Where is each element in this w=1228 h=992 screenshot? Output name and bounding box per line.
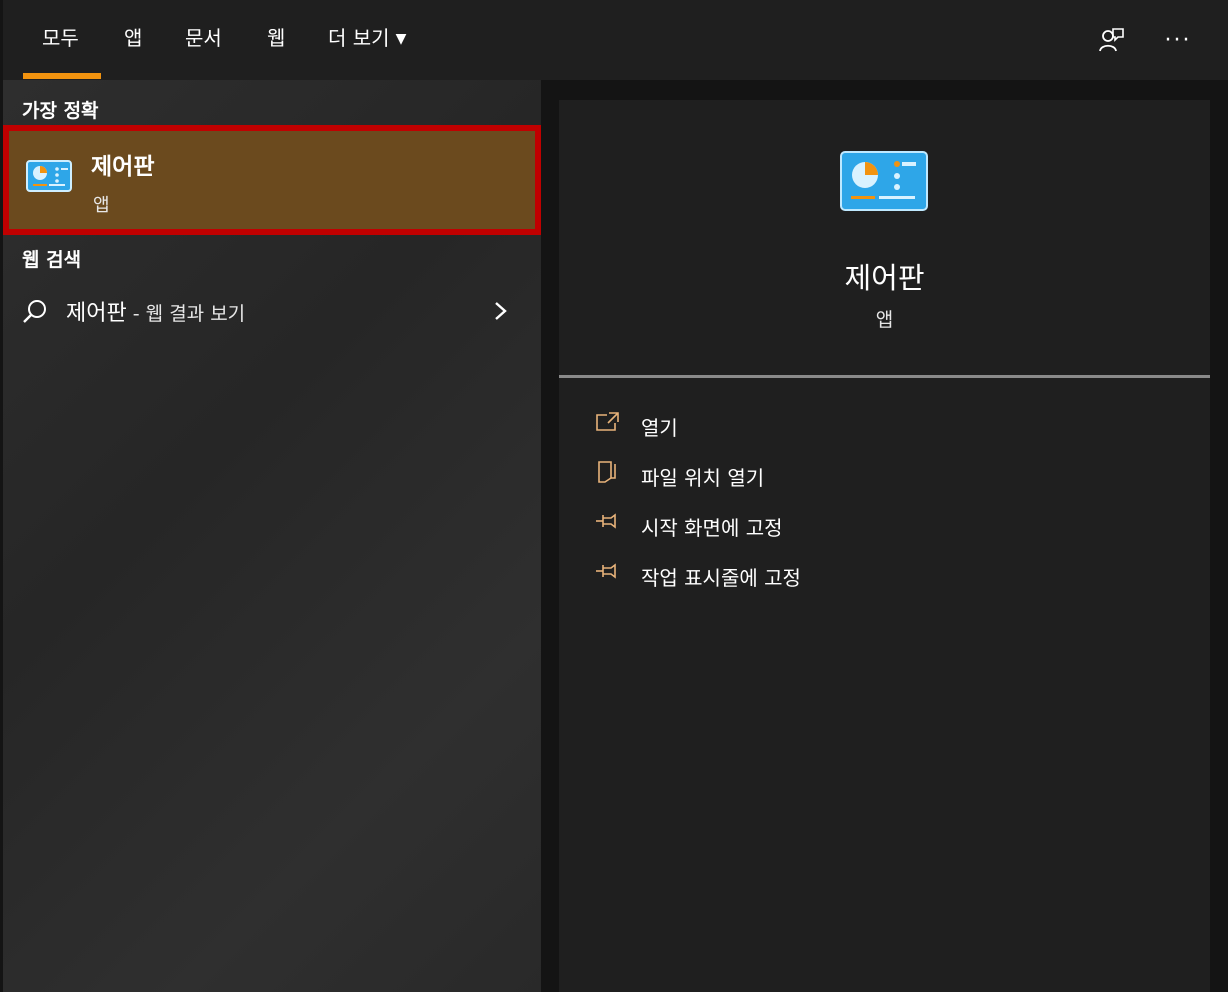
web-search-text: 제어판 - 웹 결과 보기	[66, 295, 245, 327]
detail-panel: 제어판 앱 열기 파일 위치 열기 시작 화면에 고정 작업 표시줄에 고정	[559, 100, 1210, 992]
web-search-query: 제어판	[66, 301, 127, 326]
best-match-heading: 가장 정확	[22, 100, 99, 122]
chevron-right-icon[interactable]	[491, 299, 511, 323]
tab-all-label: 모두	[42, 26, 79, 50]
best-match-item[interactable]: 제어판 앱	[3, 125, 541, 235]
search-filter-bar: 모두 앱 문서 웹 더 보기 ▼ ···	[3, 0, 1228, 80]
web-search-suffix: - 웹 결과 보기	[126, 303, 246, 325]
open-icon	[595, 410, 621, 434]
search-icon	[21, 298, 49, 326]
best-match-subtitle: 앱	[93, 195, 110, 216]
more-options-icon[interactable]: ···	[1160, 22, 1196, 58]
tab-web[interactable]: 웹	[267, 22, 285, 80]
tab-apps-label: 앱	[124, 26, 143, 50]
action-open-file-location[interactable]: 파일 위치 열기	[595, 454, 995, 490]
pin-icon	[595, 510, 621, 534]
control-panel-large-icon	[839, 150, 929, 214]
action-pin-to-start[interactable]: 시작 화면에 고정	[595, 504, 995, 540]
action-open-label: 열기	[641, 416, 678, 440]
action-pin-to-taskbar[interactable]: 작업 표시줄에 고정	[595, 554, 995, 590]
tab-more-label: 더 보기	[328, 26, 390, 50]
pin-icon	[595, 560, 621, 584]
control-panel-icon	[25, 155, 73, 197]
file-location-icon	[595, 460, 621, 484]
tab-apps[interactable]: 앱	[124, 22, 142, 80]
results-panel: 가장 정확 제어판 앱 웹 검색 제어판 - 웹 결과 보기	[3, 80, 541, 992]
tab-documents-label: 문서	[185, 26, 222, 50]
tab-documents[interactable]: 문서	[185, 22, 222, 80]
web-search-result[interactable]: 제어판 - 웹 결과 보기	[3, 285, 541, 335]
detail-title: 제어판	[844, 261, 925, 295]
more-options-glyph: ···	[1164, 27, 1192, 53]
feedback-icon[interactable]	[1093, 22, 1129, 58]
active-tab-indicator	[23, 73, 101, 79]
action-open[interactable]: 열기	[595, 404, 995, 440]
tab-all[interactable]: 모두	[42, 22, 79, 80]
action-pin-to-start-label: 시작 화면에 고정	[641, 516, 783, 540]
tab-more[interactable]: 더 보기 ▼	[328, 22, 406, 80]
web-search-heading: 웹 검색	[22, 249, 82, 271]
detail-subtitle: 앱	[875, 309, 894, 331]
detail-divider	[559, 375, 1210, 378]
best-match-title: 제어판	[91, 154, 155, 180]
action-open-file-location-label: 파일 위치 열기	[641, 466, 765, 490]
action-pin-to-taskbar-label: 작업 표시줄에 고정	[641, 566, 801, 590]
caret-down-icon: ▼	[395, 31, 407, 47]
tab-web-label: 웹	[267, 26, 286, 50]
